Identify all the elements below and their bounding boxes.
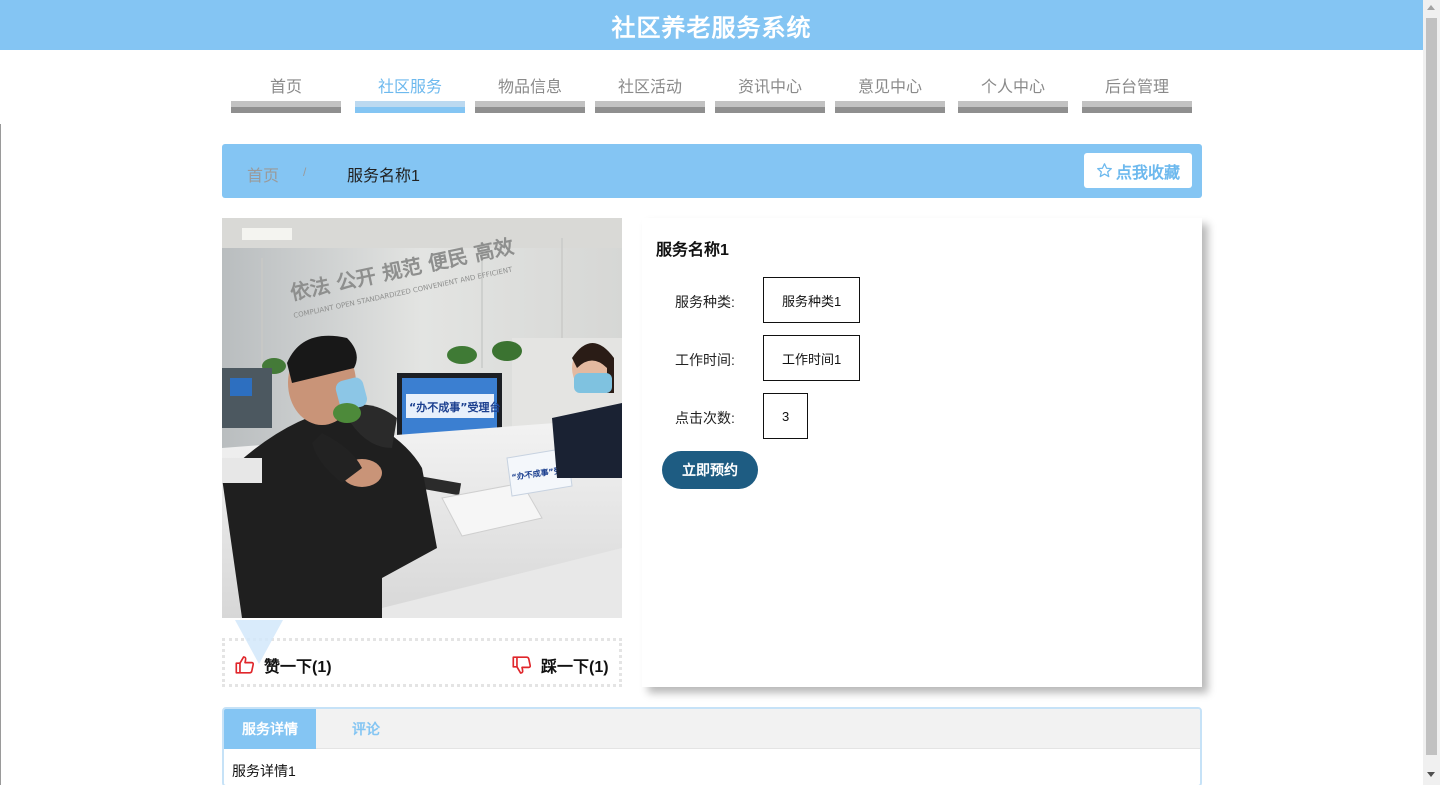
page-scrollbar[interactable] bbox=[1423, 0, 1440, 785]
main-nav: 首页 社区服务 物品信息 社区活动 资讯中心 意见中心 个人中心 后台管理 bbox=[0, 50, 1423, 124]
scroll-down-arrow-icon[interactable] bbox=[1427, 772, 1435, 777]
tabs-header: 服务详情 评论 bbox=[224, 709, 1200, 749]
top-header: 社区养老服务系统 bbox=[0, 0, 1423, 50]
nav-item-label: 意见中心 bbox=[857, 79, 922, 96]
service-detail-card: 服务名称1 服务种类: 服务种类1 工作时间: 工作时间1 点击次数: 3 立即… bbox=[642, 218, 1202, 687]
breadcrumb-separator: / bbox=[303, 165, 307, 179]
thumbs-down-icon bbox=[512, 656, 532, 674]
dislike-label: 踩一下(1) bbox=[541, 659, 609, 676]
vote-panel: 赞一下(1) 踩一下(1) bbox=[222, 620, 622, 687]
nav-underline bbox=[595, 101, 705, 113]
nav-item-home[interactable]: 首页 bbox=[231, 50, 341, 113]
site-title: 社区养老服务系统 bbox=[611, 14, 812, 42]
nav-underline bbox=[715, 101, 825, 113]
field-value-category: 服务种类1 bbox=[763, 277, 861, 323]
breadcrumb-current: 服务名称1 bbox=[347, 168, 420, 185]
nav-item-label: 首页 bbox=[269, 79, 302, 96]
nav-item-goods-info[interactable]: 物品信息 bbox=[475, 50, 585, 113]
tab-content: 服务详情1 bbox=[232, 763, 296, 779]
nav-item-label: 物品信息 bbox=[497, 79, 562, 96]
breadcrumb-home-link[interactable]: 首页 bbox=[247, 162, 279, 186]
field-label-click-count: 点击次数: bbox=[675, 410, 735, 426]
scroll-up-arrow-icon[interactable] bbox=[1427, 5, 1435, 10]
field-value-work-time: 工作时间1 bbox=[763, 335, 861, 381]
like-label: 赞一下(1) bbox=[264, 659, 332, 676]
star-outline-icon bbox=[1097, 163, 1112, 178]
nav-underline bbox=[475, 101, 585, 113]
nav-underline bbox=[835, 101, 945, 113]
thumbs-up-icon bbox=[235, 656, 255, 674]
nav-item-label: 后台管理 bbox=[1104, 79, 1169, 96]
nav-item-news-center[interactable]: 资讯中心 bbox=[715, 50, 825, 113]
tab-service-detail[interactable]: 服务详情 bbox=[224, 709, 316, 749]
nav-underline bbox=[1082, 101, 1192, 113]
dislike-button[interactable]: 踩一下(1) bbox=[511, 653, 609, 677]
nav-item-feedback-center[interactable]: 意见中心 bbox=[835, 50, 945, 113]
nav-item-label: 社区服务 bbox=[377, 79, 442, 96]
tab-comments[interactable]: 评论 bbox=[316, 709, 416, 749]
nav-item-label: 社区活动 bbox=[617, 79, 682, 96]
breadcrumb: 首页 / 服务名称1 点我收藏 bbox=[222, 144, 1202, 198]
like-button[interactable]: 赞一下(1) bbox=[234, 653, 332, 677]
nav-item-admin[interactable]: 后台管理 bbox=[1082, 50, 1192, 113]
nav-item-community-service[interactable]: 社区服务 bbox=[355, 50, 465, 113]
field-label-category: 服务种类: bbox=[675, 294, 735, 310]
nav-underline bbox=[355, 101, 465, 113]
service-photo: 依法 公开 规范 便民 高效 COMPLIANT OPEN STANDARDIZ… bbox=[222, 218, 622, 618]
book-now-button[interactable]: 立即预约 bbox=[662, 451, 758, 489]
nav-item-label: 资讯中心 bbox=[737, 79, 802, 96]
scroll-thumb[interactable] bbox=[1426, 18, 1437, 755]
service-title: 服务名称1 bbox=[656, 242, 729, 259]
nav-underline bbox=[231, 101, 341, 113]
page-left-border bbox=[0, 124, 1, 785]
detail-tabs: 服务详情 评论 服务详情1 bbox=[222, 707, 1202, 785]
favorite-button[interactable]: 点我收藏 bbox=[1084, 153, 1192, 188]
nav-underline bbox=[958, 101, 1068, 113]
favorite-label: 点我收藏 bbox=[1115, 164, 1180, 182]
nav-item-community-activity[interactable]: 社区活动 bbox=[595, 50, 705, 113]
nav-item-personal-center[interactable]: 个人中心 bbox=[958, 50, 1068, 113]
monitor-text: “办不成事”受理台 bbox=[409, 400, 500, 414]
nav-item-label: 个人中心 bbox=[980, 79, 1045, 96]
field-label-work-time: 工作时间: bbox=[675, 352, 735, 368]
field-value-click-count: 3 bbox=[763, 393, 809, 439]
